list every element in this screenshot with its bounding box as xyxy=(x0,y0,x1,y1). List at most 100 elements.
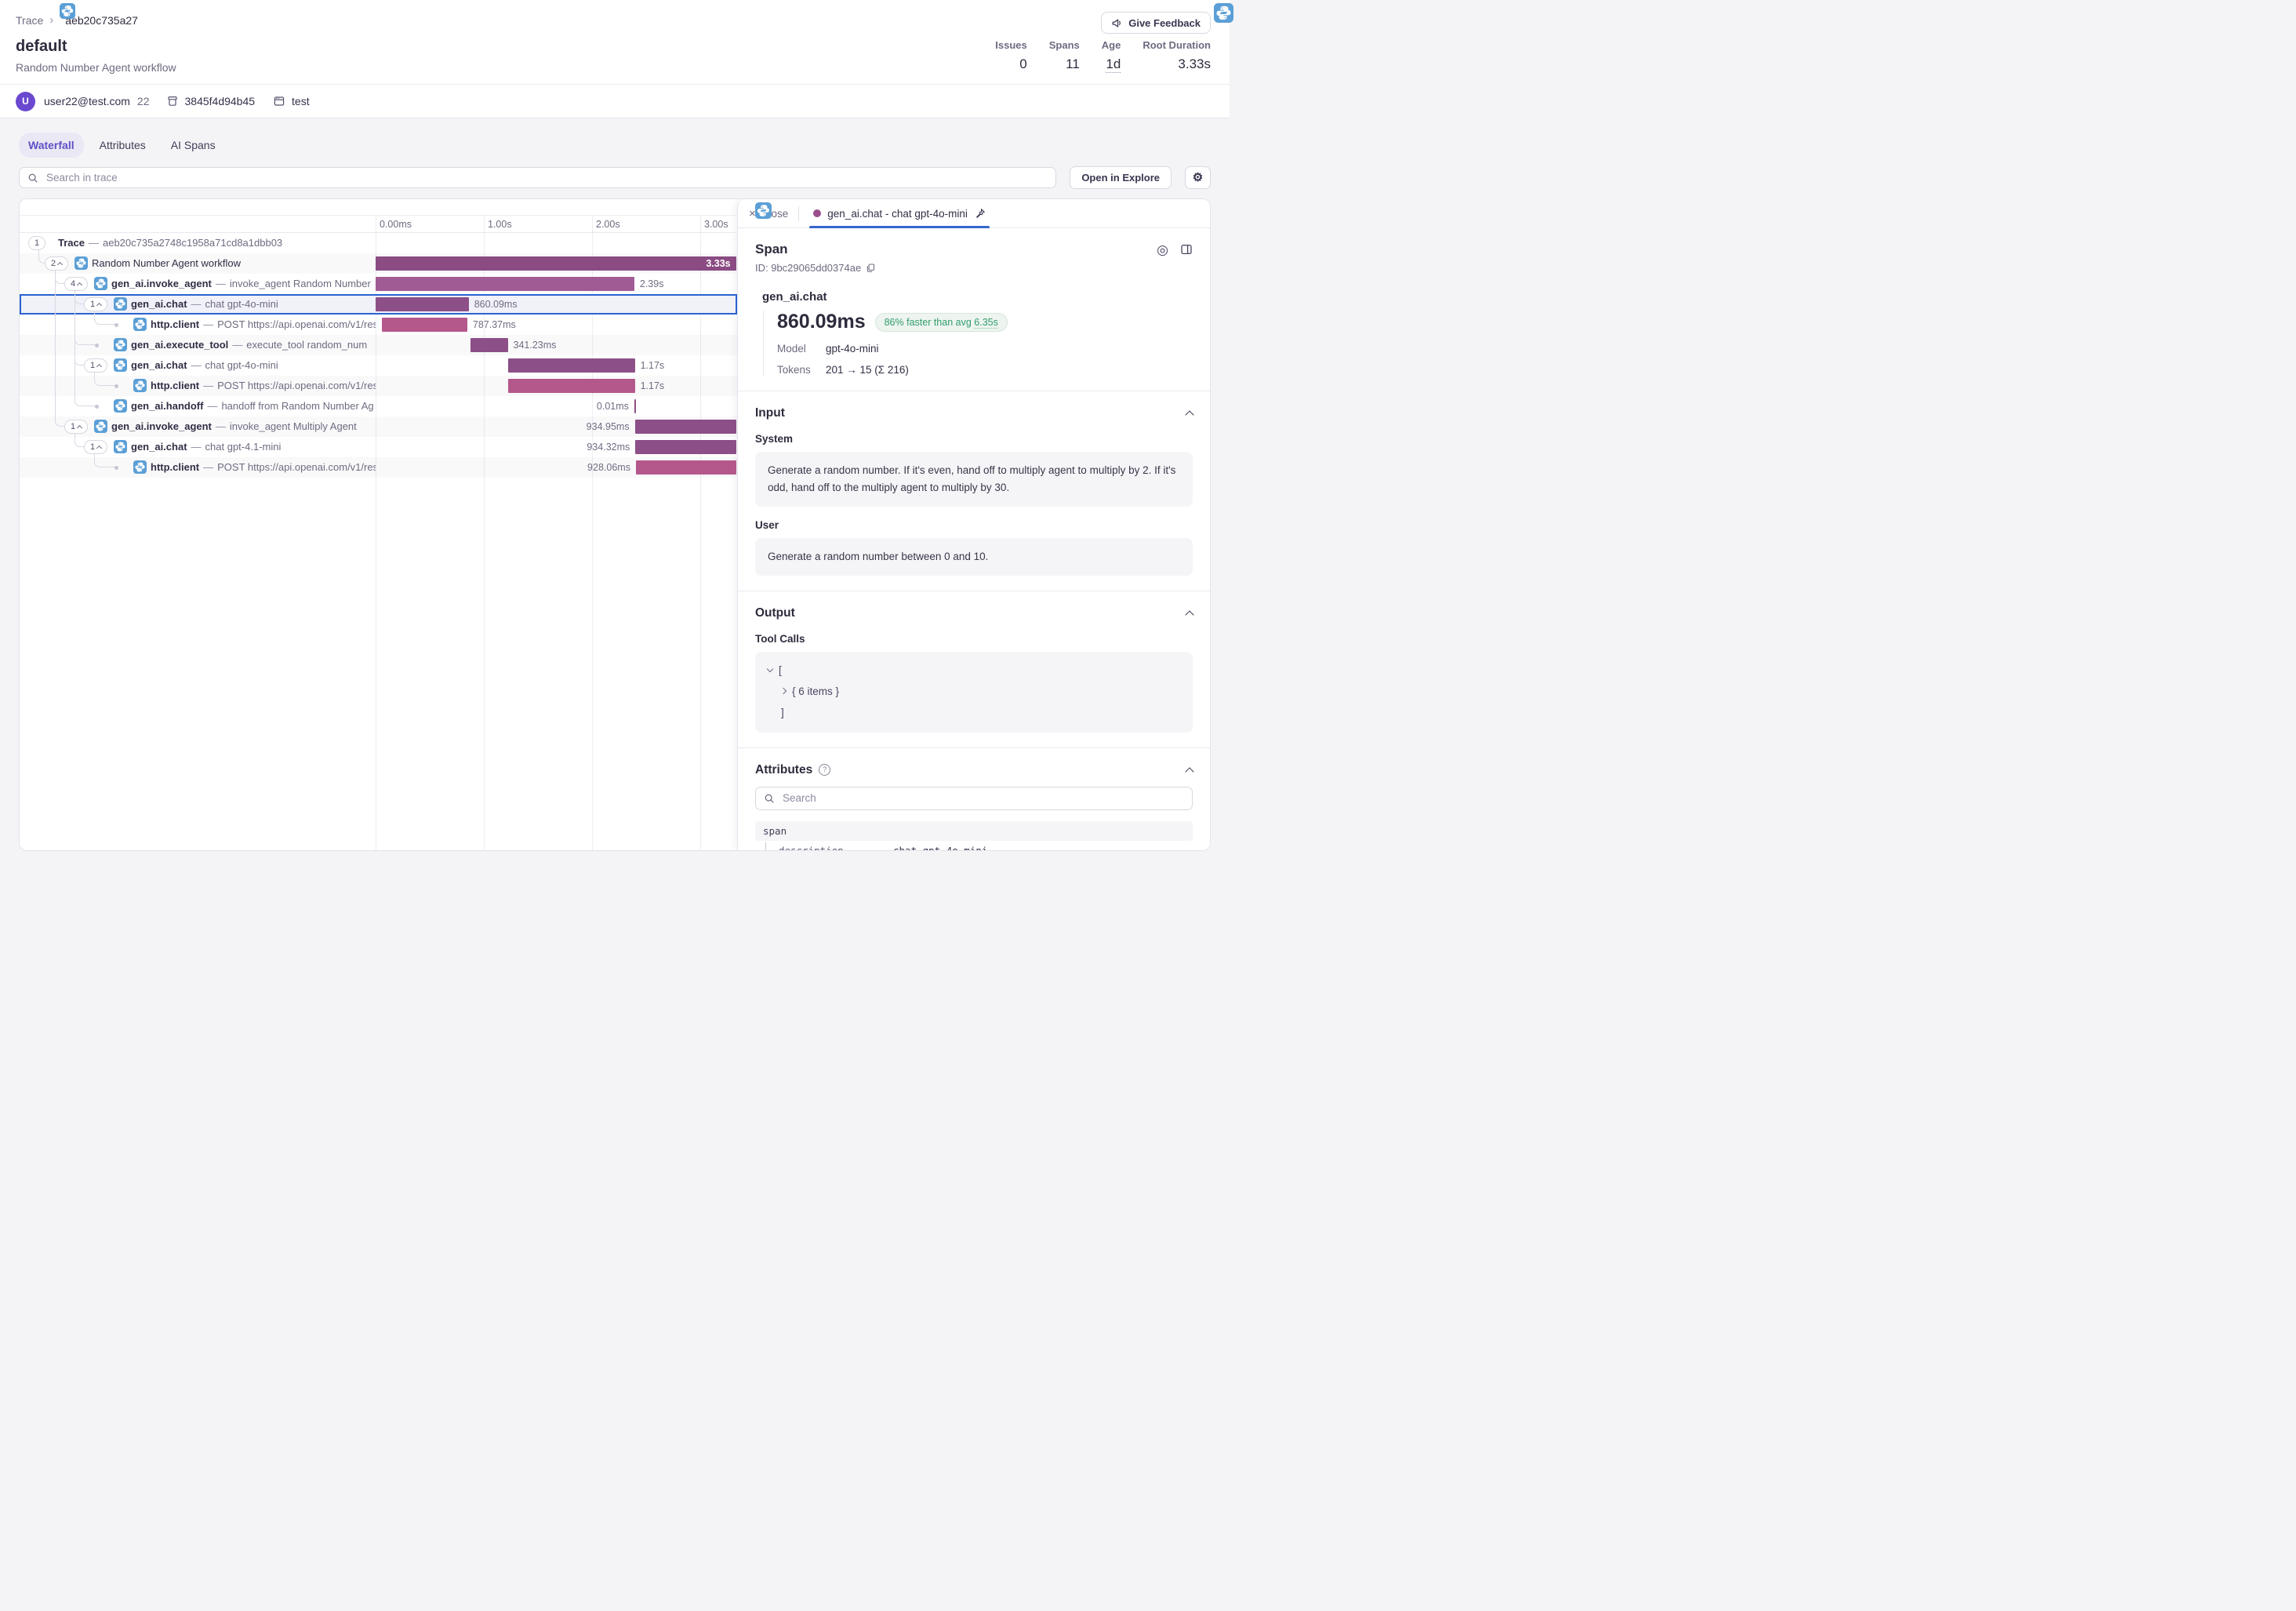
span-title: gen_ai.chat—chat gpt-4o-mini xyxy=(131,294,376,315)
python-icon xyxy=(94,420,107,433)
waterfall-row[interactable]: gen_ai.execute_tool—execute_tool random_… xyxy=(20,335,737,355)
span-duration-bar[interactable] xyxy=(382,318,467,332)
span-title: Trace—aeb20c735a2748c1958a71cd8a1dbb03 xyxy=(58,233,376,253)
tab-attributes[interactable]: Attributes xyxy=(90,133,155,158)
chevron-right-icon: › xyxy=(49,13,53,27)
search-in-trace-input[interactable] xyxy=(45,171,1048,184)
breadcrumb-trace-link[interactable]: Trace xyxy=(16,14,43,27)
divider xyxy=(798,206,799,221)
attributes-search[interactable] xyxy=(755,787,1193,810)
waterfall-rows: 1 Trace—aeb20c735a2748c1958a71cd8a1dbb03… xyxy=(20,233,737,478)
span-count-badge[interactable]: 1 xyxy=(64,420,88,434)
span-duration-bar[interactable] xyxy=(376,297,469,311)
span-title: http.client—POST https://api.openai.com/… xyxy=(151,376,376,396)
environment-item[interactable]: test xyxy=(273,95,310,107)
span-count-badge[interactable]: 1 xyxy=(84,297,107,311)
span-count-badge[interactable]: 2 xyxy=(45,256,68,271)
span-title: gen_ai.chat—chat gpt-4.1-mini xyxy=(131,437,376,457)
tab-waterfall[interactable]: Waterfall xyxy=(19,133,84,158)
span-duration-label: 934.32ms xyxy=(587,437,630,457)
python-icon xyxy=(114,399,127,413)
span-duration-bar[interactable] xyxy=(508,379,634,393)
trace-stat: Root Duration 3.33s xyxy=(1143,39,1211,72)
span-count-badge[interactable]: 1 xyxy=(84,440,107,454)
python-icon xyxy=(60,3,75,19)
waterfall-row[interactable]: 1 gen_ai.chat—chat gpt-4o-mini 1.17s xyxy=(20,355,737,376)
waterfall-row[interactable]: 1 Trace—aeb20c735a2748c1958a71cd8a1dbb03 xyxy=(20,233,737,253)
tree-elbow-icon xyxy=(765,842,772,850)
trace-search[interactable] xyxy=(19,167,1056,188)
attributes-search-input[interactable] xyxy=(781,791,1184,805)
span-bar-track: 934.95ms xyxy=(376,416,737,437)
stat-value: 3.33s xyxy=(1143,56,1211,72)
chevron-up-icon[interactable] xyxy=(1185,610,1193,619)
span-title: gen_ai.invoke_agent—invoke_agent Random … xyxy=(111,274,376,294)
axis-tick: 1.00s xyxy=(488,219,512,230)
span-title: gen_ai.execute_tool—execute_tool random_… xyxy=(131,335,376,355)
release-item[interactable]: 3845f4d94b45 xyxy=(166,95,256,107)
copy-icon[interactable] xyxy=(866,263,876,273)
span-duration-bar[interactable] xyxy=(470,338,507,352)
span-duration-bar[interactable] xyxy=(635,440,736,454)
give-feedback-button[interactable]: Give Feedback xyxy=(1101,12,1211,34)
waterfall-row[interactable]: 1 gen_ai.chat—chat gpt-4.1-mini 934.32ms xyxy=(20,437,737,457)
span-count-badge[interactable]: 1 xyxy=(28,236,45,250)
pin-icon[interactable] xyxy=(974,208,986,220)
python-icon xyxy=(133,318,147,331)
chevron-right-icon[interactable] xyxy=(780,688,787,694)
tree-guide-line xyxy=(55,270,56,416)
python-icon xyxy=(133,460,147,474)
waterfall-row[interactable]: gen_ai.handoff—handoff from Random Numbe… xyxy=(20,396,737,416)
waterfall-row[interactable]: 4 gen_ai.invoke_agent—invoke_agent Rando… xyxy=(20,274,737,294)
span-duration-bar[interactable] xyxy=(376,277,634,291)
collapse-caret-icon xyxy=(77,424,82,430)
collapsed-object[interactable]: { 6 items } xyxy=(792,681,839,702)
span-duration-bar[interactable] xyxy=(636,460,736,475)
waterfall-row[interactable]: http.client—POST https://api.openai.com/… xyxy=(20,376,737,396)
chevron-down-icon[interactable] xyxy=(767,665,773,671)
view-tabs: WaterfallAttributes AI Spans xyxy=(0,118,1230,158)
tokens-label: Tokens xyxy=(777,364,826,376)
tab-ai-spans[interactable]: AI Spans xyxy=(162,133,225,158)
span-id: ID: 9bc29065dd0374ae xyxy=(755,262,861,274)
tree-connector xyxy=(94,315,116,325)
gear-icon[interactable]: ⚙ xyxy=(1185,166,1211,189)
collapse-caret-icon xyxy=(96,445,102,450)
megaphone-icon xyxy=(1111,17,1123,29)
tool-calls-json: [ { 6 items } ] xyxy=(755,652,1193,733)
span-duration-bar[interactable] xyxy=(635,420,736,434)
python-icon xyxy=(74,256,88,270)
chevron-up-icon[interactable] xyxy=(1185,410,1193,419)
help-icon[interactable]: ? xyxy=(819,764,830,776)
span-duration-label: 860.09ms xyxy=(474,294,518,315)
tool-calls-label: Tool Calls xyxy=(755,633,1193,645)
waterfall-row[interactable]: 1 gen_ai.invoke_agent—invoke_agent Multi… xyxy=(20,416,737,437)
span-count-badge[interactable]: 4 xyxy=(64,277,88,291)
span-bar-track xyxy=(376,233,737,253)
span-duration-bar[interactable] xyxy=(508,358,634,373)
python-icon xyxy=(114,338,127,351)
span-duration-label: 928.06ms xyxy=(587,457,630,478)
span-bar-track: 1.17s xyxy=(376,355,737,376)
span-count-badge[interactable]: 1 xyxy=(84,358,107,373)
waterfall-row[interactable]: http.client—POST https://api.openai.com/… xyxy=(20,457,737,478)
user-email-link[interactable]: user22@test.com xyxy=(44,95,130,107)
span-bar-track: 0.01ms xyxy=(376,396,737,416)
detail-tab-active[interactable]: gen_ai.chat - chat gpt-4o-mini xyxy=(809,199,990,228)
time-axis: 0.00ms1.00s2.00s3.00s xyxy=(20,215,737,233)
collapse-caret-icon xyxy=(77,282,82,287)
python-icon xyxy=(114,358,127,372)
waterfall-row[interactable]: 2 Random Number Agent workflow— 3.33s xyxy=(20,253,737,274)
layout-columns-icon[interactable] xyxy=(1180,243,1193,256)
span-duration-bar[interactable] xyxy=(634,399,636,413)
open-in-explore-button[interactable]: Open in Explore xyxy=(1070,166,1172,189)
focus-span-icon[interactable]: ◎ xyxy=(1157,243,1168,256)
waterfall-row[interactable]: 1 gen_ai.chat—chat gpt-4o-mini 860.09ms xyxy=(20,294,737,315)
waterfall-row[interactable]: http.client—POST https://api.openai.com/… xyxy=(20,315,737,335)
span-heading: Span xyxy=(755,242,788,257)
chevron-up-icon[interactable] xyxy=(1185,767,1193,776)
span-duration-label: 341.23ms xyxy=(514,335,557,355)
span-duration-bar[interactable] xyxy=(376,256,736,271)
span-title: http.client—POST https://api.openai.com/… xyxy=(151,315,376,335)
tree-dot xyxy=(95,344,99,347)
